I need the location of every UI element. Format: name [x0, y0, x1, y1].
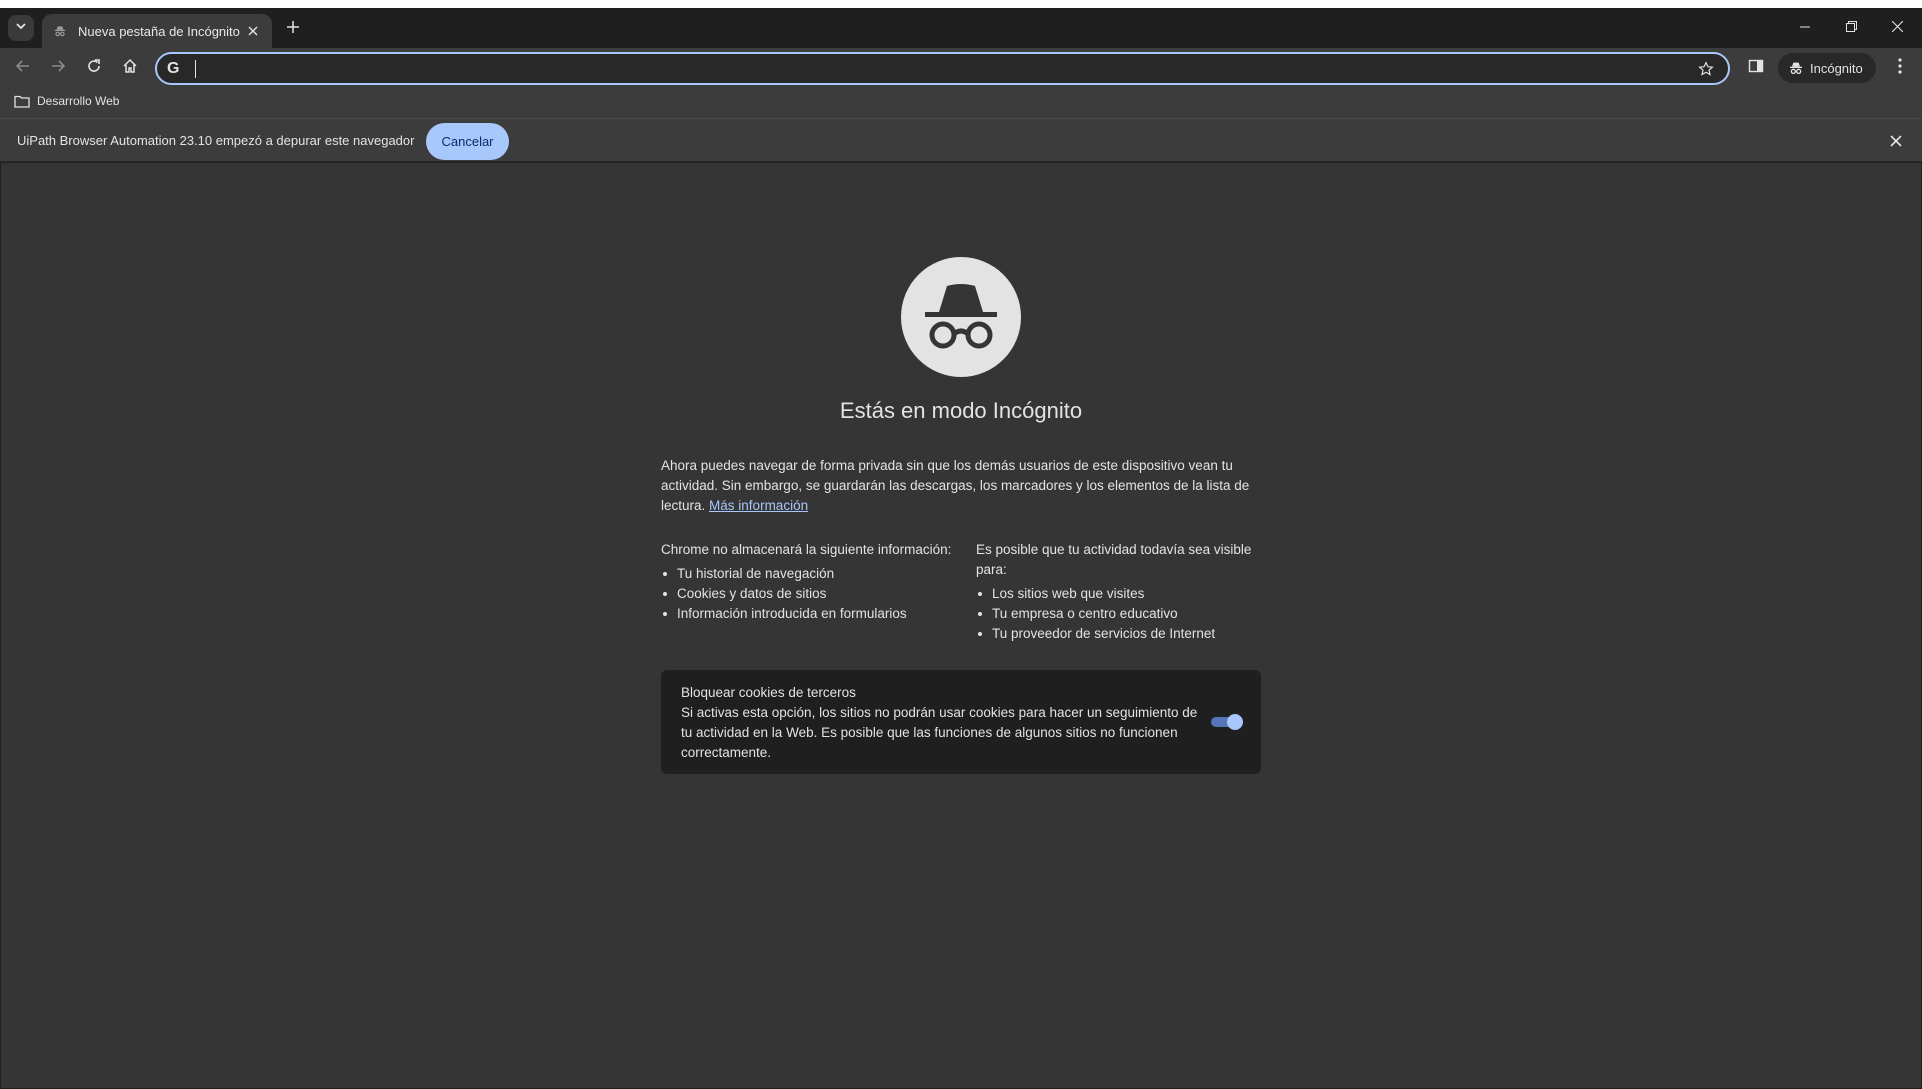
- bookmark-label: Desarrollo Web: [37, 94, 120, 108]
- list-item: Tu empresa o centro educativo: [976, 604, 1276, 624]
- list-item: Cookies y datos de sitios: [661, 584, 961, 604]
- reload-button[interactable]: [80, 54, 108, 82]
- folder-icon: [14, 95, 30, 108]
- visible-to-heading: Es posible que tu actividad todavía sea …: [976, 542, 1252, 577]
- intro-paragraph: Ahora puedes navegar de forma privada si…: [661, 456, 1261, 516]
- reload-icon: [86, 58, 102, 79]
- tab-search-button[interactable]: [8, 15, 34, 41]
- cookies-title: Bloquear cookies de terceros: [681, 685, 856, 700]
- page-title: Estás en modo Incógnito: [839, 398, 1083, 423]
- list-item: Tu proveedor de servicios de Internet: [976, 624, 1276, 644]
- debugging-infobar: UiPath Browser Automation 23.10 empezó a…: [0, 118, 1922, 162]
- minimize-icon: [1800, 19, 1810, 37]
- visible-to-column: Es posible que tu actividad todavía sea …: [976, 540, 1276, 644]
- restore-icon: [1845, 19, 1857, 37]
- close-tab-icon[interactable]: [244, 22, 262, 40]
- profile-chip-label: Incógnito: [1810, 60, 1863, 76]
- learn-more-link[interactable]: Más información: [709, 498, 808, 513]
- cancel-button[interactable]: Cancelar: [426, 123, 509, 160]
- close-icon[interactable]: [1886, 131, 1906, 151]
- close-icon: [1891, 19, 1903, 37]
- visible-to-list: Los sitios web que visites Tu empresa o …: [976, 584, 1276, 644]
- arrow-left-icon: [15, 58, 31, 79]
- address-input[interactable]: [200, 60, 1694, 77]
- home-button[interactable]: [116, 54, 144, 82]
- toolbar: G Incógnito: [0, 48, 1922, 88]
- minimize-button[interactable]: [1782, 8, 1828, 48]
- new-tab-button[interactable]: [282, 18, 304, 40]
- tab-incognito[interactable]: Nueva pestaña de Incógnito: [42, 14, 272, 48]
- browser-window: Nueva pestaña de Incógnito G Incógnito D…: [0, 8, 1922, 1089]
- back-button[interactable]: [9, 54, 37, 82]
- toggle-knob: [1227, 714, 1243, 730]
- address-bar[interactable]: G: [155, 52, 1730, 85]
- cookies-description: Si activas esta opción, los sitios no po…: [681, 705, 1198, 760]
- incognito-icon: [1788, 60, 1804, 76]
- incognito-icon: [52, 23, 68, 39]
- plus-icon: [287, 20, 299, 38]
- infobar-message: UiPath Browser Automation 23.10 empezó a…: [17, 133, 415, 148]
- restore-button[interactable]: [1828, 8, 1874, 48]
- incognito-hero-icon: [901, 257, 1021, 377]
- close-window-button[interactable]: [1874, 8, 1920, 48]
- more-vertical-icon: [1898, 57, 1902, 79]
- tab-title: Nueva pestaña de Incógnito: [78, 23, 240, 39]
- text-cursor: [195, 59, 196, 78]
- not-saved-heading: Chrome no almacenará la siguiente inform…: [661, 542, 952, 557]
- third-party-cookies-card: Bloquear cookies de terceros Si activas …: [661, 670, 1261, 774]
- side-panel-icon: [1748, 58, 1764, 79]
- new-tab-page: Estás en modo Incógnito Ahora puedes nav…: [1, 163, 1921, 1088]
- list-item: Tu historial de navegación: [661, 564, 961, 584]
- bookmark-folder-desarrollo-web[interactable]: Desarrollo Web: [14, 94, 119, 108]
- side-panel-button[interactable]: [1742, 54, 1770, 82]
- list-item: Los sitios web que visites: [976, 584, 1276, 604]
- incognito-profile-chip[interactable]: Incógnito: [1778, 53, 1876, 83]
- menu-button[interactable]: [1886, 54, 1914, 82]
- chevron-down-icon: [15, 19, 27, 37]
- arrow-right-icon: [50, 58, 66, 79]
- list-item: Información introducida en formularios: [661, 604, 961, 624]
- screen-top-strip: [0, 0, 1922, 8]
- not-saved-column: Chrome no almacenará la siguiente inform…: [661, 540, 961, 624]
- bookmark-star-icon[interactable]: [1694, 57, 1718, 81]
- not-saved-list: Tu historial de navegación Cookies y dat…: [661, 564, 961, 624]
- bookmarks-bar: Desarrollo Web: [0, 88, 1922, 118]
- tab-strip: Nueva pestaña de Incógnito: [0, 8, 1922, 48]
- block-cookies-toggle[interactable]: [1211, 714, 1243, 730]
- home-icon: [122, 58, 138, 79]
- forward-button[interactable]: [44, 54, 72, 82]
- google-g-icon: G: [167, 59, 180, 77]
